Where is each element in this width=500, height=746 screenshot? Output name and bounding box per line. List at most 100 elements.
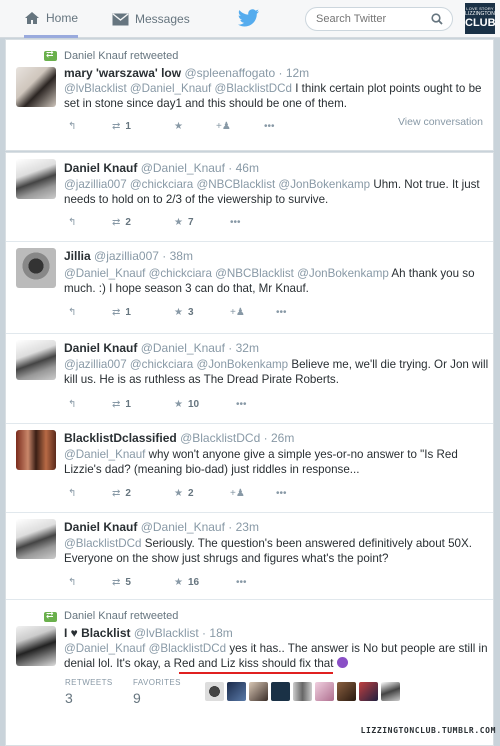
avatar[interactable]	[16, 248, 56, 288]
home-tab[interactable]: Home	[24, 0, 79, 38]
devil-emoji-icon	[336, 657, 348, 668]
avatar[interactable]	[205, 682, 224, 701]
author-handle[interactable]: @jazillia007	[94, 249, 159, 263]
favorite-button[interactable]: ★ 2	[174, 486, 194, 500]
timestamp[interactable]: 38m	[170, 249, 193, 263]
more-button[interactable]: •••	[230, 215, 241, 229]
more-button[interactable]: •••	[236, 575, 247, 589]
avatar[interactable]	[381, 682, 400, 701]
avatar[interactable]	[16, 626, 56, 666]
star-icon: ★	[174, 216, 183, 228]
retweets-stat[interactable]: RETWEETS 3	[65, 678, 113, 706]
avatar[interactable]	[227, 682, 246, 701]
avatar[interactable]	[359, 682, 378, 701]
tweet[interactable]: Daniel Knauf retweeted mary 'warszawa' l…	[6, 40, 493, 152]
follow-button[interactable]: +♟	[230, 305, 245, 319]
avatar[interactable]	[16, 67, 56, 107]
tweet-text: @BlacklistDCd Seriously. The question's …	[64, 536, 489, 566]
favorite-button[interactable]: ★ 7	[174, 215, 194, 229]
retweet-icon	[44, 49, 57, 61]
more-button[interactable]: •••	[276, 486, 287, 500]
author-name[interactable]: mary 'warszawa' low	[64, 66, 181, 80]
more-icon: •••	[230, 216, 241, 228]
tweet[interactable]: Daniel Knauf @Daniel_Knauf · 32m @jazill…	[6, 334, 493, 423]
mentions[interactable]: @lvBlacklist @Daniel_Knauf @BlacklistDCd	[64, 82, 292, 95]
mentions[interactable]: @jazillia007 @chickciara @JonBokenkamp	[64, 358, 288, 371]
timestamp[interactable]: 26m	[271, 431, 294, 445]
author-handle[interactable]: @Daniel_Knauf	[141, 161, 225, 175]
avatar[interactable]	[315, 682, 334, 701]
avatar[interactable]	[16, 519, 56, 559]
author-name[interactable]: Daniel Knauf	[64, 161, 137, 175]
favorite-button[interactable]: ★ 10	[174, 397, 199, 411]
avatar[interactable]	[271, 682, 290, 701]
author-handle[interactable]: @lvBlacklist	[134, 626, 199, 640]
retweet-button[interactable]: ⇄ 2	[112, 486, 131, 500]
reply-button[interactable]: ↰	[68, 486, 76, 500]
messages-tab[interactable]: Messages	[112, 0, 190, 38]
retweet-button[interactable]: ⇄ 1	[112, 397, 131, 411]
author-handle[interactable]: @spleenaffogato	[184, 66, 275, 80]
avatar[interactable]	[16, 430, 56, 470]
envelope-icon	[112, 12, 129, 26]
tweet[interactable]: BlacklistDclassified @BlacklistDCd · 26m…	[6, 424, 493, 512]
reply-button[interactable]: ↰	[68, 575, 76, 589]
avatar[interactable]	[249, 682, 268, 701]
avatar[interactable]	[16, 340, 56, 380]
author-name[interactable]: BlacklistDclassified	[64, 431, 177, 445]
avatar[interactable]	[337, 682, 356, 701]
timestamp[interactable]: 12m	[286, 66, 309, 80]
reply-button[interactable]: ↰	[68, 119, 76, 133]
star-icon: ★	[174, 120, 183, 132]
author-name[interactable]: Daniel Knauf	[64, 341, 137, 355]
mentions[interactable]: @Daniel_Knauf @BlacklistDCd	[64, 642, 226, 655]
search-icon[interactable]	[431, 13, 443, 28]
avatar[interactable]	[293, 682, 312, 701]
more-button[interactable]: •••	[276, 305, 287, 319]
avatar[interactable]	[16, 159, 56, 199]
tweet-actions: ↰ ⇄ 1 ★ 10 •••	[68, 397, 298, 411]
author-handle[interactable]: @BlacklistDCd	[180, 431, 260, 445]
timestamp[interactable]: 23m	[236, 520, 259, 534]
search-input[interactable]	[316, 11, 426, 27]
mentions[interactable]: @Daniel_Knauf @chickciara @NBCBlacklist …	[64, 267, 389, 280]
more-button[interactable]: •••	[236, 397, 247, 411]
author-name[interactable]: Daniel Knauf	[64, 520, 137, 534]
more-icon: •••	[236, 576, 247, 588]
watermark: LIZZINGTONCLUB.TUMBLR.COM	[360, 726, 496, 735]
star-icon: ★	[174, 576, 183, 588]
tweet[interactable]: Jillia @jazillia007 · 38m @Daniel_Knauf …	[6, 242, 493, 333]
tweet[interactable]: Daniel Knauf @Daniel_Knauf · 46m @jazill…	[6, 153, 493, 243]
favorite-button[interactable]: ★ 16	[174, 575, 199, 589]
retweet-button[interactable]: ⇄ 1	[112, 119, 131, 133]
author-name[interactable]: I ♥ Blacklist	[64, 626, 131, 640]
view-conversation-link[interactable]: View conversation	[398, 116, 483, 128]
author-handle[interactable]: @Daniel_Knauf	[141, 341, 225, 355]
follow-button[interactable]: +♟	[230, 486, 245, 500]
timestamp[interactable]: 46m	[236, 161, 259, 175]
mentions[interactable]: @jazillia007 @chickciara @NBCBlacklist @…	[64, 178, 370, 191]
mentions[interactable]: @Daniel_Knauf	[64, 448, 145, 461]
favorite-button[interactable]: ★	[174, 119, 183, 133]
timestamp[interactable]: 32m	[236, 341, 259, 355]
favorites-stat[interactable]: FAVORITES 9	[133, 678, 181, 706]
mentions[interactable]: @BlacklistDCd	[64, 537, 141, 550]
home-label: Home	[46, 10, 79, 25]
retweet-button[interactable]: ⇄ 5	[112, 575, 131, 589]
favorite-button[interactable]: ★ 3	[174, 305, 194, 319]
reply-button[interactable]: ↰	[68, 397, 76, 411]
tweet-text: @jazillia007 @chickciara @JonBokenkamp B…	[64, 357, 489, 387]
timestamp[interactable]: 18m	[209, 626, 232, 640]
tweet[interactable]: Daniel Knauf @Daniel_Knauf · 23m @Blackl…	[6, 513, 493, 599]
retweet-button[interactable]: ⇄ 1	[112, 305, 131, 319]
retweet-button[interactable]: ⇄ 2	[112, 215, 131, 229]
author-handle[interactable]: @Daniel_Knauf	[141, 520, 225, 534]
reply-button[interactable]: ↰	[68, 215, 76, 229]
search-box[interactable]	[305, 7, 453, 31]
follow-button[interactable]: +♟	[216, 119, 231, 133]
author-name[interactable]: Jillia	[64, 249, 91, 263]
twitter-bird-icon[interactable]	[238, 9, 260, 30]
reply-button[interactable]: ↰	[68, 305, 76, 319]
reply-icon: ↰	[68, 120, 77, 132]
more-button[interactable]: •••	[264, 119, 275, 133]
